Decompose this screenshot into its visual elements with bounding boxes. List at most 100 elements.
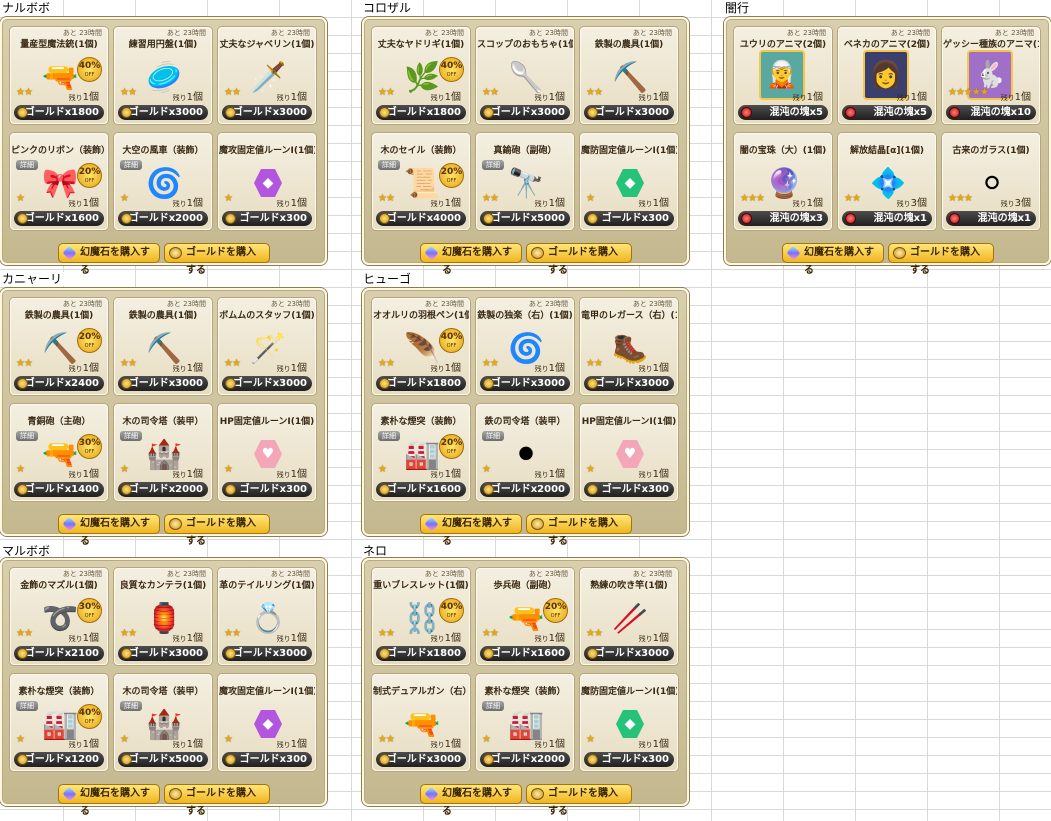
detail-button[interactable]: 詳細 [120, 160, 142, 170]
shop-item-card[interactable]: 制式デュアルガン（右）(1個)🔫★★残り1個ゴールドx3000 [372, 674, 470, 771]
item-name: 素朴な煙突（装飾） [484, 687, 566, 697]
gold-coin-icon [483, 484, 494, 495]
shop-item-card[interactable]: あと 23時間 量産型魔法銃(1個) 🔫 ★★ 40% OFF 残り1個 ゴールドx1800 [10, 27, 108, 124]
gold-coin-icon [379, 648, 390, 659]
remaining-prefix: 残り [534, 471, 549, 479]
buy-magic-stone-button[interactable]: 幻魔石を購入する [782, 243, 884, 276]
detail-button[interactable]: 詳細 [378, 160, 400, 170]
detail-button[interactable]: 詳細 [120, 701, 142, 711]
shop-item-card[interactable]: あと 23時間竜甲のレガース（右）(1個)🥾★★残り1個ゴールドx3000 [580, 298, 678, 395]
buy-gold-button[interactable]: ゴールドを購入する [526, 243, 632, 276]
gold-coin-icon [483, 648, 494, 659]
buy-gold-button[interactable]: ゴールドを購入する [164, 243, 270, 276]
detail-button[interactable]: 詳細 [16, 431, 38, 441]
buy-magic-stone-button[interactable]: 幻魔石を購入する [420, 514, 522, 547]
remaining-count: 1個 [652, 469, 669, 480]
shop-item-card[interactable]: あと 23時間 鉄製の農具(1個) ⛏️ ★★ 残り1個 ゴールドx3000 [114, 298, 212, 395]
shop-item-card[interactable]: あと 23時間 ベネカのアニマ(2個) 👩 残り1個 混沌の塊x5 [838, 27, 936, 124]
time-remaining: あと 23時間 [632, 29, 672, 37]
buy-magic-stone-button[interactable]: 幻魔石を購入する [420, 784, 522, 817]
item-name: 良質なカンテラ(1個) [119, 581, 207, 591]
shop-item-card[interactable]: ピンクのリボン（装飾） 詳細 🎀 ★ 20% OFF 残り1個 ゴールドx1600 [10, 133, 108, 230]
shop-item-card[interactable]: 素朴な煙突（装飾） 詳細 🏭 ★ 40% OFF 残り1個 ゴールドx1200 [10, 674, 108, 771]
remaining-prefix: 残り [68, 200, 83, 208]
discount-badge: 40% OFF [439, 57, 464, 82]
shop-item-card[interactable]: HP固定値ルーンⅠ(1個) ♥ ★ 残り1個 ゴールドx300 [580, 404, 678, 501]
shop-item-card[interactable]: あと 23時間 熟練の吹き竿(1個) 🥢 ★★ 残り1個 ゴールドx3000 [580, 568, 678, 665]
detail-button[interactable]: 詳細 [378, 431, 400, 441]
buy-magic-stone-button[interactable]: 幻魔石を購入する [58, 784, 160, 817]
shop-item-card[interactable]: あと 23時間ゲッシー種族のアニマ(1個)🐇★★★★★残り1個混沌の塊x10 [942, 27, 1040, 124]
shop-item-card[interactable]: あと 23時間 鉄製の独楽（右）(1個) 🌀 ★★ 残り1個 ゴールドx3000 [476, 298, 574, 395]
item-name: 鉄の司令塔（装甲） [484, 417, 566, 427]
shop-item-card[interactable]: あと 23時間 良質なカンテラ(1個) 🏮 ★★ 残り1個 ゴールドx3000 [114, 568, 212, 665]
shop-item-card[interactable]: 古来のガラス(1個) ⚪ ★★★ 残り3個 混沌の塊x1 [942, 133, 1040, 230]
shop-item-card[interactable]: 魔攻固定値ルーンⅠ(1個) ◆ ★ 残り1個 ゴールドx300 [218, 674, 316, 771]
rarity-stars: ★★ [482, 628, 499, 639]
shop-item-card[interactable]: あと 23時間 歩兵砲（副砲） 🔫 ★★ 20% OFF 残り1個 ゴールドx1600 [476, 568, 574, 665]
buy-gold-button[interactable]: ゴールドを購入する [164, 784, 270, 817]
buy-gold-button[interactable]: ゴールドを購入する [888, 243, 994, 276]
detail-button[interactable]: 詳細 [482, 701, 504, 711]
shop-item-card[interactable]: 素朴な煙突（装飾） 詳細 🏭 ★ 残り1個 ゴールドx2000 [476, 674, 574, 771]
price-label: ゴールドx300 [239, 484, 307, 495]
gold-coin-icon [379, 213, 390, 224]
shop-item-card[interactable]: あと 23時間 革のテイルリング(1個) 💍 ★★ 残り1個 ゴールドx3000 [218, 568, 316, 665]
detail-button[interactable]: 詳細 [120, 431, 142, 441]
discount-off-label: OFF [446, 343, 457, 349]
shop-item-card[interactable]: 青銅砲（主砲） 詳細 🔫 ★ 30% OFF 残り1個 ゴールドx1400 [10, 404, 108, 501]
shop-item-card[interactable]: 素朴な煙突（装飾） 詳細 🏭 ★ 20% OFF 残り1個 ゴールドx1600 [372, 404, 470, 501]
detail-button[interactable]: 詳細 [482, 160, 504, 170]
shop-item-card[interactable]: 闇の宝珠（大）(1個) 🔮 ★★★ 残り1個 混沌の塊x3 [734, 133, 832, 230]
shop-item-card[interactable]: あと 23時間 スコップのおもちゃ(1個) 🥄 ★★ 残り1個 ゴールドx3000 [476, 27, 574, 124]
shop-item-card[interactable]: あと 23時間 丈夫なジャベリン(1個) 🗡️ ★★ 残り1個 ゴールドx3000 [218, 27, 316, 124]
remaining-stock: 残り1個 [431, 739, 461, 751]
shop-item-card[interactable]: 木の司令塔（装甲） 詳細 🏰 ★ 残り1個 ゴールドx2000 [114, 404, 212, 501]
shop-item-card[interactable]: 解放結晶[α](1個) 💠 ★★ 残り3個 混沌の塊x1 [838, 133, 936, 230]
remaining-prefix: 残り [1000, 200, 1015, 208]
shop-item-card[interactable]: あと 23時間 鉄製の農具(1個) ⛏️ ★★ 20% OFF 残り1個 ゴールドx2400 [10, 298, 108, 395]
shop-item-card[interactable]: 魔攻固定値ルーンⅠ(1個) ◆ ★ 残り1個 ゴールドx300 [218, 133, 316, 230]
shop-item-card[interactable]: 魔防固定値ルーンⅠ(1個) ◆ ★ 残り1個 ゴールドx300 [580, 674, 678, 771]
buy-gold-button[interactable]: ゴールドを購入する [526, 514, 632, 547]
shop-item-card[interactable]: 真鍮砲（副砲） 詳細 🔭 ★★ 残り1個 ゴールドx5000 [476, 133, 574, 230]
shop-item-card[interactable]: あと 23時間 鉄製の農具(1個) ⛏️ ★★ 残り1個 ゴールドx3000 [580, 27, 678, 124]
buy-magic-stone-button[interactable]: 幻魔石を購入する [58, 243, 160, 276]
remaining-count: 1個 [186, 469, 203, 480]
shop-item-card[interactable]: 鉄の司令塔（装甲） 詳細 ⚫ ★ 残り1個 ゴールドx2000 [476, 404, 574, 501]
shop-item-card[interactable]: HP固定値ルーンⅠ(1個) ♥ ★ 残り1個 ゴールドx300 [218, 404, 316, 501]
shop-item-card[interactable]: あと 23時間 ユウリのアニマ(2個) 🧝 残り1個 混沌の塊x5 [734, 27, 832, 124]
price-label: ゴールドx3000 [232, 378, 307, 389]
buy-gold-button[interactable]: ゴールドを購入する [164, 514, 270, 547]
gold-coin-icon [379, 754, 390, 765]
buy-magic-stone-button[interactable]: 幻魔石を購入する [58, 514, 160, 547]
detail-button[interactable]: 詳細 [482, 431, 504, 441]
shop-item-card[interactable]: あと 23時間 重いブレスレット(1個) ⛓️ ★★ 40% OFF 残り1個 ゴールドx18… [372, 568, 470, 665]
rarity-stars: ★★ [378, 87, 395, 98]
shop-item-card[interactable]: あと 23時間 ボムムのスタッフ(1個) 🪄 ★★ 残り1個 ゴールドx3000 [218, 298, 316, 395]
gold-coin-icon [531, 788, 544, 800]
remaining-prefix: 残り [172, 94, 187, 102]
remaining-prefix: 残り [276, 94, 291, 102]
buy-magic-stone-button[interactable]: 幻魔石を購入する [420, 243, 522, 276]
price-label: 混沌の塊x10 [970, 107, 1031, 118]
shop-item-card[interactable]: 魔防固定値ルーンⅠ(1個) ◆ ★ 残り1個 ゴールドx300 [580, 133, 678, 230]
shop-item-card[interactable]: あと 23時間 金飾のマズル(1個) ➰ ★★ 30% OFF 残り1個 ゴールドx2100 [10, 568, 108, 665]
shop-item-card[interactable]: あと 23時間 練習用円盤(1個) 🥏 ★★ 残り1個 ゴールドx3000 [114, 27, 212, 124]
price-label: ゴールドx3000 [594, 107, 669, 118]
shop-item-card[interactable]: 木のセイル（装飾） 詳細 📜 ★★ 20% OFF 残り1個 ゴールドx4000 [372, 133, 470, 230]
shop-item-card[interactable]: 木の司令塔（装甲） 詳細 🏰 ★ 残り1個 ゴールドx5000 [114, 674, 212, 771]
rarity-stars: ★ [482, 464, 491, 475]
buy-magic-stone-label: 幻魔石を購入する [80, 247, 150, 276]
buy-gold-button[interactable]: ゴールドを購入する [526, 784, 632, 817]
shop-item-card[interactable]: あと 23時間 オオルリの羽根ペン(1個) 🪶 ★★ 40% OFF 残り1個 ゴールドx18… [372, 298, 470, 395]
shop-item-card[interactable]: 大空の風車（装飾） 詳細 🌀 ★ 残り1個 ゴールドx2000 [114, 133, 212, 230]
remaining-stock: 残り1個 [793, 92, 823, 104]
shop-item-card[interactable]: あと 23時間 丈夫なヤドリギ(1個) 🌿 ★★ 40% OFF 残り1個 ゴールドx1800 [372, 27, 470, 124]
time-remaining: あと 23時間 [424, 29, 464, 37]
detail-button[interactable]: 詳細 [16, 160, 38, 170]
remaining-prefix: 残り [638, 741, 653, 749]
gold-coin-icon [587, 484, 598, 495]
gold-coin-icon [121, 213, 132, 224]
detail-button[interactable]: 詳細 [16, 701, 38, 711]
